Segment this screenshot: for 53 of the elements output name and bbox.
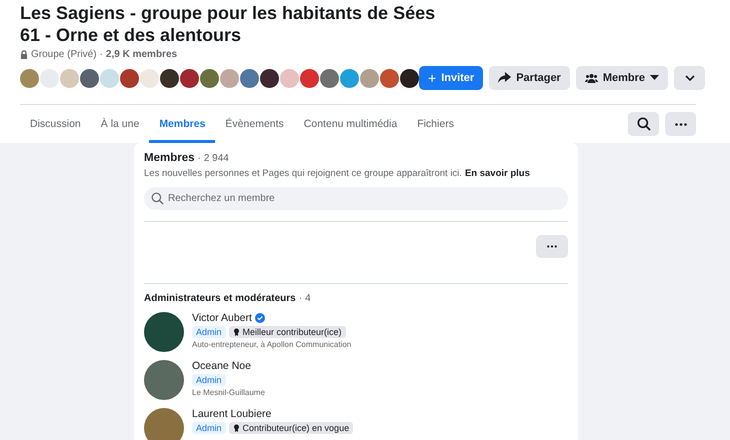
- member-name[interactable]: Oceane Noe: [192, 360, 251, 372]
- caret-icon: [650, 75, 660, 81]
- profile-avatar[interactable]: [144, 312, 184, 352]
- lock-icon: [20, 50, 28, 59]
- separator-dot: ·: [298, 293, 302, 304]
- member-avatar[interactable]: [180, 68, 199, 88]
- profile-avatar[interactable]: [144, 408, 184, 440]
- learn-more-link[interactable]: En savoir plus: [464, 168, 530, 179]
- invite-button[interactable]: + Inviter: [419, 66, 484, 90]
- members-notice: Les nouvelles personnes et Pages qui rejoignent ce groupe apparaîtront ici.: [144, 168, 462, 179]
- chevron-down-icon: [684, 75, 695, 81]
- separator-dot: ·: [100, 49, 103, 60]
- contributor-badge: Meilleur contributeur(ice): [228, 326, 346, 338]
- separator-dot: ·: [198, 153, 201, 164]
- member-count: 2,9 K membres: [106, 49, 178, 60]
- group-privacy: Groupe (Privé): [31, 49, 97, 60]
- nav-tab[interactable]: À la une: [90, 105, 150, 143]
- nav-tab[interactable]: Contenu multimédia: [294, 105, 408, 143]
- people-icon: [584, 73, 598, 83]
- share-arrow-icon: [498, 72, 512, 84]
- search-icon: [636, 117, 650, 131]
- role-badge: Admin: [192, 422, 226, 434]
- admins-heading: Administrateurs et modérateurs: [144, 293, 296, 304]
- members-heading: Membres: [144, 152, 194, 164]
- member-avatar[interactable]: [160, 68, 179, 88]
- member-search-field[interactable]: Recherchez un membre: [144, 187, 568, 210]
- member-avatar[interactable]: [80, 68, 99, 88]
- search-button[interactable]: [628, 112, 659, 136]
- ellipsis-icon: [547, 245, 557, 248]
- role-badge: Admin: [192, 326, 226, 338]
- member-avatar[interactable]: [260, 68, 279, 88]
- member-avatar[interactable]: [120, 68, 139, 88]
- nav-tab[interactable]: Fichiers: [407, 105, 464, 143]
- expand-button[interactable]: [674, 66, 706, 90]
- contributor-badge: Contributeur(ice) en vogue: [228, 422, 354, 434]
- role-badge: Admin: [192, 374, 226, 386]
- member-avatar[interactable]: [400, 68, 419, 88]
- nav-tab[interactable]: Évènements: [215, 105, 294, 143]
- nav-tab[interactable]: Discussion: [20, 105, 91, 143]
- members-count: 2 944: [204, 153, 229, 164]
- more-options-button[interactable]: [665, 112, 696, 136]
- member-name[interactable]: Laurent Loubiere: [192, 408, 272, 420]
- member-dropdown-button[interactable]: Membre: [576, 66, 668, 90]
- plus-icon: +: [428, 70, 436, 86]
- ellipsis-icon: [674, 122, 686, 126]
- share-button[interactable]: Partager: [489, 66, 570, 90]
- member-name[interactable]: Victor Aubert: [192, 312, 252, 324]
- member-description: Auto-entrepteneur, à Apollon Communication: [192, 340, 352, 349]
- group-title: Les Sagiens - groupe pour les habitants de Sées 61 - Orne et des alentours: [20, 2, 436, 46]
- profile-avatar[interactable]: [144, 360, 184, 400]
- search-icon: [151, 192, 164, 205]
- admins-count: 4: [305, 293, 311, 304]
- member-description: Le Mesnil-Guillaume: [192, 388, 265, 397]
